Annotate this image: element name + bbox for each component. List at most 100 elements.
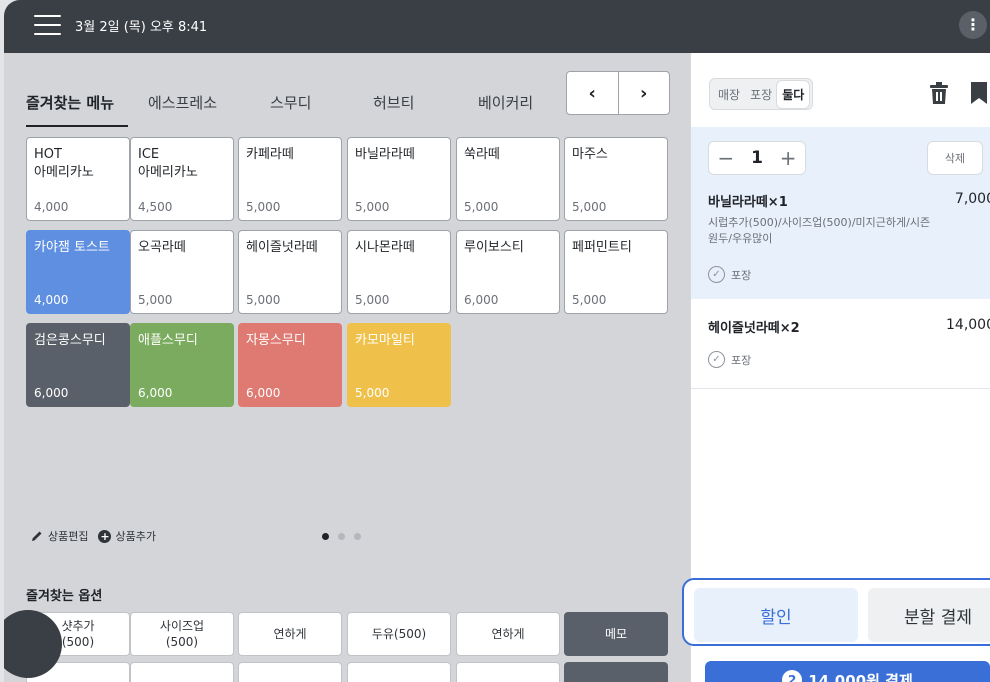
memo-button[interactable]: 메모 xyxy=(564,612,668,656)
item-count-badge: 2 xyxy=(782,670,803,682)
menu-item-price: 5,000 xyxy=(355,386,390,400)
menu-item[interactable]: 헤이즐넛라떼 5,000 xyxy=(238,230,342,314)
menu-item-price: 5,000 xyxy=(355,200,390,214)
menu-item-price: 6,000 xyxy=(138,386,173,400)
add-product-button[interactable]: + 상품추가 xyxy=(98,528,156,544)
option-button[interactable] xyxy=(564,662,668,682)
decrease-button[interactable]: − xyxy=(717,146,734,170)
menu-item-name: HOT 아메리카노 xyxy=(34,147,94,180)
option-button[interactable]: 사이즈업 (500) xyxy=(130,612,234,656)
menu-item[interactable]: 페퍼민트티 5,000 xyxy=(564,230,668,314)
increase-button[interactable]: + xyxy=(780,146,797,170)
menu-item[interactable]: 검은콩스무디 6,000 xyxy=(26,323,130,407)
packing-label: 포장 xyxy=(731,268,752,282)
datetime: 3월 2일 (목) 오후 8:41 xyxy=(75,20,208,35)
quantity-stepper: − 1 + xyxy=(708,141,806,175)
page-dot[interactable] xyxy=(354,533,361,540)
order-type-takeout[interactable]: 포장 xyxy=(745,81,777,108)
menu-item[interactable]: 시나몬라떼 5,000 xyxy=(347,230,451,314)
add-product-label: 상품추가 xyxy=(115,530,156,543)
page-dot[interactable] xyxy=(322,533,329,540)
page-dots xyxy=(322,533,370,540)
item-price: 7,000 xyxy=(954,191,990,207)
option-button[interactable] xyxy=(238,662,342,682)
item-price: 14,000 xyxy=(946,317,990,333)
item-name: 헤이즐넛라떼×2 xyxy=(708,321,800,336)
menu-item-price: 6,000 xyxy=(34,386,69,400)
option-button[interactable] xyxy=(456,662,560,682)
menu-item-name: 카야잼 토스트 xyxy=(34,240,110,255)
edit-product-label: 상품편집 xyxy=(48,530,89,543)
order-type-both[interactable]: 둘다 xyxy=(777,80,810,108)
packing-label: 포장 xyxy=(731,353,752,367)
menu-item[interactable]: 카야잼 토스트 4,000 xyxy=(26,230,130,314)
option-button[interactable]: 연하게 xyxy=(456,612,560,656)
menu-item-name: 헤이즐넛라떼 xyxy=(246,240,318,255)
tab-herb-tea[interactable]: 허브티 xyxy=(373,92,414,113)
page-dot[interactable] xyxy=(338,533,345,540)
quantity-value: 1 xyxy=(751,148,763,168)
next-page-button[interactable]: › xyxy=(617,72,670,114)
packing-toggle[interactable]: ✓ 포장 xyxy=(708,351,751,368)
menu-item[interactable]: 루이보스티 6,000 xyxy=(456,230,560,314)
option-button[interactable] xyxy=(130,662,234,682)
discount-button[interactable]: 할인 xyxy=(694,588,858,642)
packing-toggle[interactable]: ✓ 포장 xyxy=(708,266,751,283)
item-name: 바닐라라떼×1 xyxy=(708,195,788,210)
order-type-dine-in[interactable]: 매장 xyxy=(713,81,745,108)
menu-item-price: 5,000 xyxy=(572,200,607,214)
menu-item[interactable]: 애플스무디 6,000 xyxy=(130,323,234,407)
menu-item[interactable]: 카모마일티 5,000 xyxy=(347,323,451,407)
menu-item-name: 페퍼민트티 xyxy=(572,240,632,255)
more-vert-icon[interactable]: ⋮ xyxy=(959,11,987,39)
order-item[interactable]: 헤이즐넛라떼×2 14,000 ✓ 포장 xyxy=(691,299,990,389)
edit-product-button[interactable]: 상품편집 xyxy=(30,528,88,544)
prev-page-button[interactable]: ‹ xyxy=(567,72,618,114)
menu-item-price: 4,000 xyxy=(34,293,69,307)
menu-item-name: 애플스무디 xyxy=(138,333,198,348)
menu-item-name: 쑥라떼 xyxy=(464,147,500,162)
delete-item-button[interactable]: 삭제 xyxy=(927,141,983,175)
menu-item-name: 카페라떼 xyxy=(246,147,294,162)
menu-item-price: 5,000 xyxy=(246,200,281,214)
order-type-toggle: 매장 포장 둘다 xyxy=(709,78,814,110)
menu-item[interactable]: HOT 아메리카노 4,000 xyxy=(26,137,130,221)
pay-button[interactable]: 2 14,000원 결제 xyxy=(705,661,990,682)
menu-item[interactable]: ICE 아메리카노 4,500 xyxy=(130,137,234,221)
menu-item[interactable]: 자몽스무디 6,000 xyxy=(238,323,342,407)
option-button[interactable]: 연하게 xyxy=(238,612,342,656)
trash-icon[interactable] xyxy=(927,80,951,106)
order-item-selected[interactable]: − 1 + 삭제 바닐라라떼×1 7,000 시럽추가(500)/사이즈업(50… xyxy=(691,127,990,299)
menu-item[interactable]: 오곡라떼 5,000 xyxy=(130,230,234,314)
menu-item[interactable]: 쑥라떼 5,000 xyxy=(456,137,560,221)
menu-panel: 즐겨찾는 메뉴 에스프레소 스무디 허브티 베이커리 ‹ › HOT 아메리카노… xyxy=(4,53,690,682)
menu-item-price: 5,000 xyxy=(464,200,499,214)
tab-bakery[interactable]: 베이커리 xyxy=(478,92,533,113)
menu-item[interactable]: 마주스 5,000 xyxy=(564,137,668,221)
action-bar: 할인 분할 결제 xyxy=(682,578,990,646)
tab-favorites[interactable]: 즐겨찾는 메뉴 xyxy=(26,92,114,113)
menu-item[interactable]: 카페라떼 5,000 xyxy=(238,137,342,221)
menu-item-name: 바닐라라떼 xyxy=(355,147,415,162)
menu-item-price: 5,000 xyxy=(246,293,281,307)
menu-icon[interactable] xyxy=(34,15,61,35)
favorite-options-title: 즐겨찾는 옵션 xyxy=(26,589,103,604)
tab-smoothie[interactable]: 스무디 xyxy=(270,92,311,113)
product-tools: 상품편집 + 상품추가 xyxy=(30,528,166,544)
menu-item-price: 6,000 xyxy=(246,386,281,400)
check-circle-icon: ✓ xyxy=(708,351,725,368)
split-payment-button[interactable]: 분할 결제 xyxy=(868,588,990,642)
add-circle-icon: + xyxy=(98,529,112,543)
tab-espresso[interactable]: 에스프레소 xyxy=(148,92,217,113)
menu-item-price: 5,000 xyxy=(572,293,607,307)
menu-item[interactable]: 바닐라라떼 5,000 xyxy=(347,137,451,221)
bookmark-icon[interactable] xyxy=(971,82,987,104)
option-button[interactable]: 두유(500) xyxy=(347,612,451,656)
check-circle-icon: ✓ xyxy=(708,266,725,283)
option-button[interactable] xyxy=(347,662,451,682)
pay-label: 14,000원 결제 xyxy=(808,672,913,682)
menu-item-price: 6,000 xyxy=(464,293,499,307)
menu-item-price: 5,000 xyxy=(138,293,173,307)
menu-item-price: 5,000 xyxy=(355,293,390,307)
menu-item-name: 시나몬라떼 xyxy=(355,240,415,255)
